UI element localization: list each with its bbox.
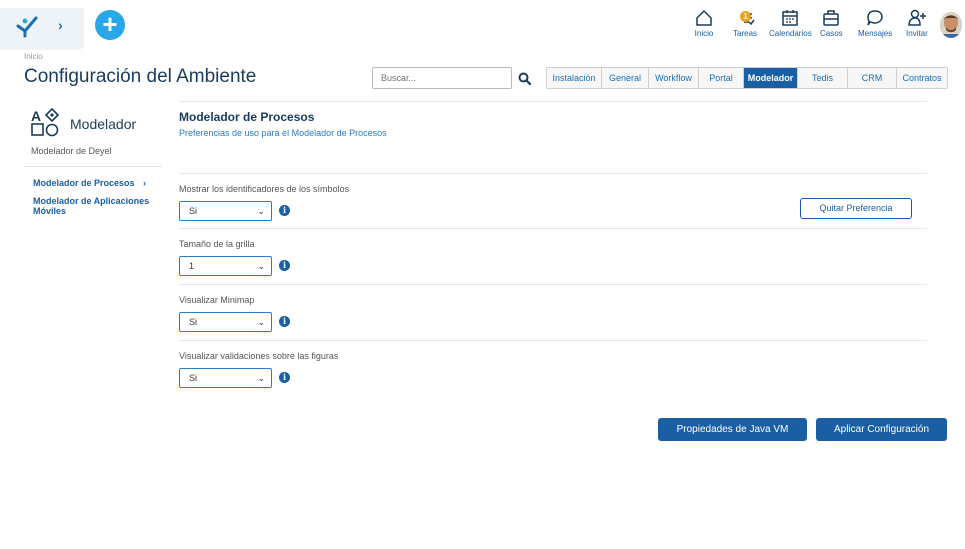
search-input[interactable]: [372, 67, 512, 89]
tab-contratos[interactable]: Contratos: [897, 68, 947, 88]
chevron-down-icon: ⌄: [257, 373, 265, 383]
nav-item-inicio[interactable]: Inicio: [694, 8, 714, 38]
chevron-down-icon: ⌄: [257, 317, 265, 327]
nav-item-casos[interactable]: Casos: [820, 8, 843, 38]
divider: [179, 284, 927, 285]
page-title: Configuración del Ambiente: [24, 66, 257, 87]
user-avatar[interactable]: [940, 12, 962, 38]
nav-item-calendarios[interactable]: Calendarios: [769, 8, 812, 38]
tab-portal[interactable]: Portal: [699, 68, 744, 88]
nav-label: Mensajes: [858, 29, 893, 38]
nav-item-tareas[interactable]: 1 Tareas: [733, 8, 757, 38]
section-subtitle: Preferencias de uso para el Modelador de…: [179, 128, 387, 138]
search-box: [372, 67, 536, 89]
nav-label: Inicio: [694, 29, 714, 38]
nav-label: Tareas: [733, 29, 758, 38]
tab-workflow[interactable]: Workflow: [649, 68, 699, 88]
select-value: 1: [189, 261, 195, 271]
divider: [179, 340, 927, 341]
pref-select-grilla[interactable]: 1 ⌄: [179, 256, 272, 276]
deyel-logo-icon[interactable]: [14, 12, 40, 38]
top-bar-left-panel: [0, 8, 84, 50]
sidebar-divider: [24, 166, 162, 167]
sidebar-item-modelador-aplicaciones-moviles[interactable]: Modelador de Aplicaciones Móviles: [33, 196, 158, 216]
pref-label-identificadores: Mostrar los identificadores de los símbo…: [179, 184, 350, 194]
nav-item-mensajes[interactable]: Mensajes: [858, 8, 892, 38]
tab-modelador[interactable]: Modelador: [744, 68, 798, 88]
add-user-icon: [908, 9, 926, 26]
pref-label-grilla: Tamaño de la grilla: [179, 239, 255, 249]
divider: [179, 173, 927, 174]
sidebar-item-label: Modelador de Aplicaciones Móviles: [33, 196, 150, 216]
pref-select-minimap[interactable]: Si ⌄: [179, 312, 272, 332]
add-button[interactable]: +: [95, 10, 125, 40]
pref-select-identificadores[interactable]: Si ⌄: [179, 201, 272, 221]
chevron-down-icon: ⌄: [257, 206, 265, 216]
remove-preference-button[interactable]: Quitar Preferencia: [800, 198, 912, 219]
java-vm-properties-button[interactable]: Propiedades de Java VM: [658, 418, 807, 441]
chevron-right-icon: ›: [143, 178, 147, 188]
tab-crm[interactable]: CRM: [848, 68, 897, 88]
pref-label-minimap: Visualizar Minimap: [179, 295, 255, 305]
nav-label: Invitar: [906, 29, 928, 38]
select-value: Si: [189, 373, 198, 383]
tab-general[interactable]: General: [602, 68, 649, 88]
sidebar-subtitle: Modelador de Deyel: [31, 146, 112, 156]
apply-configuration-button[interactable]: Aplicar Configuración: [816, 418, 947, 441]
config-tabs: Instalación General Workflow Portal Mode…: [546, 67, 948, 89]
tab-instalacion[interactable]: Instalación: [547, 68, 602, 88]
divider: [179, 228, 927, 229]
info-icon[interactable]: i: [279, 260, 290, 271]
pref-label-validaciones: Visualizar validaciones sobre las figura…: [179, 351, 339, 361]
divider: [179, 101, 927, 102]
info-icon[interactable]: i: [279, 205, 290, 216]
calendar-icon: [782, 10, 799, 26]
chat-icon: [867, 10, 883, 26]
sidebar-title: Modelador: [70, 116, 137, 132]
select-value: Si: [189, 206, 198, 216]
search-icon[interactable]: [512, 67, 536, 89]
tasks-badge: 1: [740, 11, 751, 22]
section-title: Modelador de Procesos: [179, 110, 315, 124]
nav-label: Casos: [820, 29, 843, 38]
tab-tedis[interactable]: Tedis: [798, 68, 848, 88]
select-value: Si: [189, 317, 198, 327]
chevron-down-icon: ⌄: [257, 261, 265, 271]
briefcase-icon: [823, 10, 840, 26]
top-bar: › + Inicio 1 Tareas Calendarios Casos Me…: [0, 8, 965, 50]
sidebar-item-modelador-procesos[interactable]: Modelador de Procesos ›: [33, 178, 146, 188]
pref-select-validaciones[interactable]: Si ⌄: [179, 368, 272, 388]
home-icon: [696, 9, 712, 26]
nav-item-invitar[interactable]: Invitar: [906, 8, 928, 38]
expand-chevron-icon[interactable]: ›: [58, 17, 63, 33]
nav-label: Calendarios: [769, 29, 812, 38]
info-icon[interactable]: i: [279, 372, 290, 383]
svg-text:A: A: [31, 108, 41, 124]
modeler-shapes-icon: A: [31, 108, 60, 137]
breadcrumb[interactable]: Inicio: [24, 52, 43, 61]
sidebar-item-label: Modelador de Procesos: [33, 178, 135, 188]
info-icon[interactable]: i: [279, 316, 290, 327]
